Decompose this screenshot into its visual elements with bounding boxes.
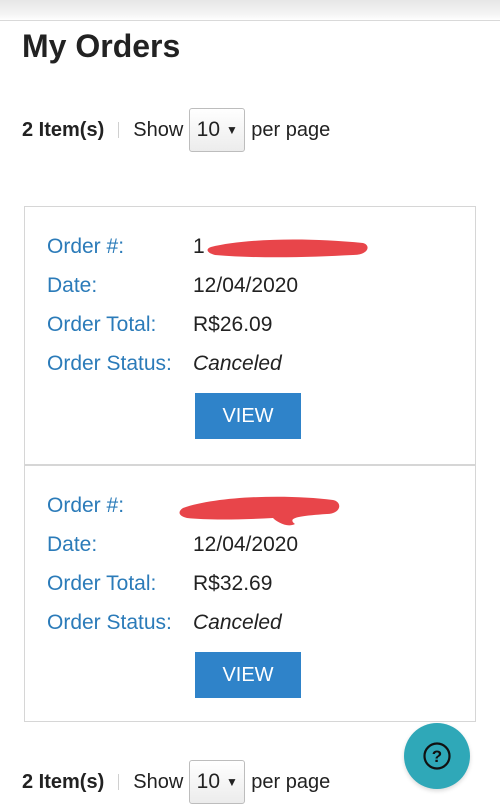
view-order-button[interactable]: VIEW xyxy=(195,652,301,698)
order-number-label: Order #: xyxy=(47,235,125,258)
item-count: 2 Item(s) xyxy=(22,770,105,793)
order-total-value: R$26.09 xyxy=(193,313,273,336)
chevron-down-icon: ▼ xyxy=(226,775,238,789)
pager-top: 2 Item(s) Show 10 ▼ per page xyxy=(22,108,331,152)
per-page-label: per page xyxy=(251,770,331,793)
order-status-value: Canceled xyxy=(193,611,282,634)
redaction-mark xyxy=(179,496,340,526)
orders-list: Order #: 1 Date: 12/04/2020 Order Total:… xyxy=(24,206,476,722)
redaction-mark xyxy=(207,239,368,258)
order-status-row: Order Status: Canceled xyxy=(47,352,282,376)
show-label: Show xyxy=(133,770,184,793)
order-number-label: Order #: xyxy=(47,494,125,517)
per-page-select[interactable]: 10 ▼ xyxy=(189,760,246,804)
order-status-label: Order Status: xyxy=(47,611,172,634)
order-total-row: Order Total: R$26.09 xyxy=(47,313,272,337)
order-status-row: Order Status: Canceled xyxy=(47,611,282,635)
order-date-value: 12/04/2020 xyxy=(193,533,299,556)
order-date-value: 12/04/2020 xyxy=(193,274,299,297)
help-button[interactable]: ? xyxy=(404,723,470,789)
pager-divider xyxy=(118,122,120,138)
svg-text:?: ? xyxy=(432,747,442,766)
order-total-value: R$32.69 xyxy=(193,572,273,595)
order-number-row: Order #: xyxy=(47,494,193,518)
order-date-row: Date: 12/04/2020 xyxy=(47,274,298,298)
per-page-select[interactable]: 10 ▼ xyxy=(189,108,246,152)
pager-bottom: 2 Item(s) Show 10 ▼ per page xyxy=(22,760,331,804)
top-bar xyxy=(0,0,500,21)
order-card: Order #: Date: 12/04/2020 Order Total: R… xyxy=(25,464,475,721)
order-date-label: Date: xyxy=(47,274,98,297)
order-date-row: Date: 12/04/2020 xyxy=(47,533,298,557)
pager-divider xyxy=(118,774,120,790)
item-count: 2 Item(s) xyxy=(22,118,105,141)
view-order-button[interactable]: VIEW xyxy=(195,393,301,439)
question-icon: ? xyxy=(423,742,451,770)
order-number-row: Order #: 1 xyxy=(47,235,205,259)
order-card: Order #: 1 Date: 12/04/2020 Order Total:… xyxy=(25,207,475,464)
per-page-value: 10 xyxy=(196,770,221,793)
order-status-value: Canceled xyxy=(193,352,282,375)
chevron-down-icon: ▼ xyxy=(226,123,238,137)
show-label: Show xyxy=(133,118,184,141)
page-title: My Orders xyxy=(22,28,181,64)
per-page-label: per page xyxy=(251,118,331,141)
order-total-label: Order Total: xyxy=(47,572,157,595)
order-status-label: Order Status: xyxy=(47,352,172,375)
per-page-value: 10 xyxy=(196,118,221,141)
order-date-label: Date: xyxy=(47,533,98,556)
order-total-label: Order Total: xyxy=(47,313,157,336)
order-total-row: Order Total: R$32.69 xyxy=(47,572,272,596)
